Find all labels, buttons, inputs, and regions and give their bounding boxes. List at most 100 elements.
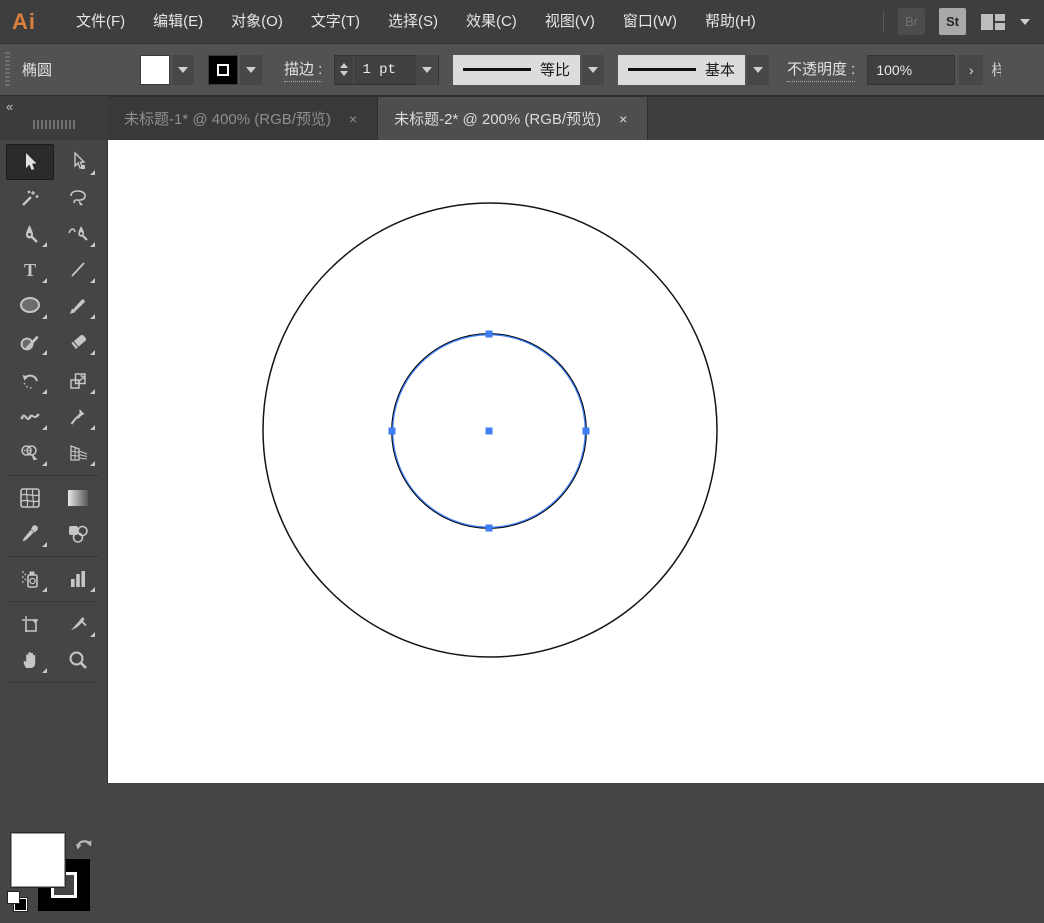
tools-panel: T [0,140,108,912]
swap-fill-stroke-icon[interactable] [74,834,96,854]
tool-puppet-warp[interactable] [54,399,102,435]
zoom-magnifier-icon [67,649,89,671]
fill-color-swatch[interactable] [140,54,170,85]
panel-collapse-button[interactable]: « [6,99,13,114]
stroke-weight-label[interactable]: 描边 : [284,58,323,82]
fill-chevron-down-icon[interactable] [172,54,194,85]
tool-width[interactable] [6,399,54,435]
document-tab-2[interactable]: 未标题-2* @ 200% (RGB/预览) × [378,97,649,140]
tab-close-icon[interactable]: × [615,109,631,129]
clipped-style-label: 样 [991,62,1002,79]
menu-file[interactable]: 文件(F) [62,0,139,44]
center-point[interactable] [485,427,493,435]
rotate-icon [22,370,41,392]
tool-gradient[interactable] [54,480,102,516]
tools-panel-header [0,96,108,140]
menu-help[interactable]: 帮助(H) [691,0,770,44]
type-icon: T [23,260,35,280]
stroke-chevron-down-icon[interactable] [240,54,262,85]
blend-icon [68,523,90,545]
fill-proxy-swatch[interactable] [10,832,66,888]
menu-bar: Ai 文件(F) 编辑(E) 对象(O) 文字(T) 选择(S) 效果(C) 视… [0,0,1044,44]
tool-direct-selection[interactable] [54,144,102,180]
tool-eyedropper[interactable] [6,516,54,552]
tool-context-label: 椭圆 [22,62,53,79]
control-bar: 椭圆 描边 : 1 pt 等比 基本 不透明度 : 100% › 样 [0,44,1044,96]
selection-arrow-icon [25,153,36,170]
stroke-weight-chevron-down-icon[interactable] [415,54,438,85]
tab-close-icon[interactable]: × [345,109,361,129]
tool-zoom[interactable] [54,642,102,678]
stroke-weight-stepper[interactable] [335,55,355,84]
tool-slice[interactable] [54,606,102,642]
tool-eraser[interactable] [54,324,102,360]
tool-rotate[interactable] [6,363,54,399]
controlbar-grip-handle[interactable] [5,51,10,88]
document-tab-title: 未标题-1* @ 400% (RGB/预览) [124,111,331,128]
hand-icon [23,652,35,668]
tool-hand[interactable] [6,642,54,678]
anchor-point[interactable] [388,427,396,435]
brush-definition-preview [627,68,696,71]
tool-magic-wand[interactable] [6,180,54,216]
default-fill-stroke-icon[interactable] [7,891,33,915]
shape-builder-icon [19,442,37,461]
tool-shape-builder[interactable] [6,435,54,471]
bridge-button[interactable]: Br [898,8,925,35]
tool-symbol-sprayer[interactable] [6,561,54,597]
brush-chevron-down-icon[interactable] [746,54,769,85]
workspace-layout-icon[interactable] [980,11,1006,33]
tool-paintbrush[interactable] [54,288,102,324]
menubar-divider [883,10,884,33]
opacity-label[interactable]: 不透明度 : [786,58,856,82]
workspace-chevron-down-icon[interactable] [1020,18,1030,25]
menu-edit[interactable]: 编辑(E) [139,0,217,44]
width-profile-label: 等比 [539,62,570,79]
width-profile-chevron-down-icon[interactable] [581,54,604,85]
document-tab-bar: 未标题-1* @ 400% (RGB/预览) × 未标题-2* @ 200% (… [108,96,1044,140]
stroke-weight-field[interactable]: 1 pt [334,54,439,85]
tool-artboard[interactable] [6,606,54,642]
tool-curvature-pen[interactable] [54,216,102,252]
paintbrush-icon [69,299,85,314]
stroke-weight-value[interactable]: 1 pt [354,62,416,78]
tool-shaper[interactable] [6,324,54,360]
stepper-up-icon[interactable] [340,63,349,68]
menu-type[interactable]: 文字(T) [297,0,374,44]
anchor-point[interactable] [485,524,493,532]
width-profile-dropdown[interactable]: 等比 [452,54,604,85]
brush-definition-dropdown[interactable]: 基本 [617,54,769,85]
lasso-icon [67,187,89,206]
line-segment-icon [67,259,89,281]
app-logo: Ai [12,8,36,34]
tool-ellipse[interactable] [6,288,54,324]
opacity-more-button[interactable]: › [959,54,984,85]
tool-lasso[interactable] [54,180,102,216]
toolbar-divider [8,682,99,683]
tool-mesh[interactable] [6,480,54,516]
tools-panel-grip[interactable] [33,120,75,129]
tool-type[interactable]: T [6,252,54,288]
tool-column-graph[interactable] [54,561,102,597]
tool-scale[interactable] [54,363,102,399]
stroke-color-swatch[interactable] [208,54,238,85]
slice-knife-icon [70,617,89,630]
menu-select[interactable]: 选择(S) [374,0,452,44]
tool-selection[interactable] [5,144,54,180]
menu-effect[interactable]: 效果(C) [452,0,531,44]
tool-perspective-grid[interactable] [54,435,102,471]
menu-view[interactable]: 视图(V) [531,0,609,44]
artboard-canvas[interactable] [108,140,1044,783]
document-tab-1[interactable]: 未标题-1* @ 400% (RGB/预览) × [108,97,379,140]
tool-pen[interactable] [6,216,54,252]
stepper-down-icon[interactable] [340,71,349,76]
opacity-field[interactable]: 100% [867,54,956,85]
anchor-point[interactable] [582,427,590,435]
tool-line-segment[interactable] [54,252,102,288]
anchor-point[interactable] [485,330,493,338]
tool-blend[interactable] [54,516,102,552]
menu-object[interactable]: 对象(O) [217,0,297,44]
menu-window[interactable]: 窗口(W) [609,0,691,44]
stock-button[interactable]: St [939,8,966,35]
width-icon [20,413,39,428]
